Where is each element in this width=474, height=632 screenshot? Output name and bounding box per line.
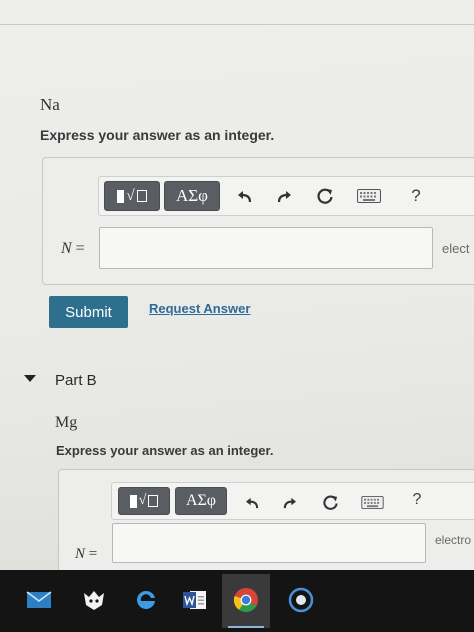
- part-a-element: Na: [40, 95, 60, 114]
- redo-button[interactable]: [269, 181, 299, 211]
- help-button-b[interactable]: ?: [402, 485, 432, 515]
- part-a-variable-label: N =: [61, 240, 85, 258]
- part-b-unit-label: electro: [435, 533, 472, 547]
- edge-browser-icon[interactable]: [131, 586, 161, 614]
- undo-icon: [245, 497, 258, 508]
- fraction-radical-icon: √: [117, 188, 147, 205]
- template-button[interactable]: √: [104, 181, 160, 211]
- os-taskbar: [0, 570, 474, 632]
- help-button[interactable]: ?: [401, 181, 431, 211]
- redo-icon: [277, 191, 291, 203]
- chrome-icon: [231, 586, 261, 614]
- part-a-unit-label: elect: [442, 241, 470, 256]
- greek-symbols-button[interactable]: ΑΣφ: [164, 181, 220, 211]
- part-b-math-toolbar: √ ΑΣφ ?: [111, 482, 474, 520]
- greek-symbols-button-b[interactable]: ΑΣφ: [175, 487, 227, 515]
- part-b-answer-panel: √ ΑΣφ ? N = electro: [58, 469, 474, 573]
- question-page: Na Express your answer as an integer. √ …: [0, 0, 474, 632]
- part-b-variable-label: N =: [75, 546, 97, 563]
- part-b-title[interactable]: Part B: [55, 372, 97, 389]
- reset-icon: [317, 188, 333, 204]
- part-a-answer-panel: √ ΑΣφ ? N = elect: [42, 157, 474, 285]
- template-button-b[interactable]: √: [118, 487, 170, 515]
- part-a-math-toolbar: √ ΑΣφ ?: [98, 176, 474, 216]
- undo-button-b[interactable]: [237, 487, 267, 517]
- variable-symbol-b: N: [75, 546, 86, 562]
- part-b-instruction: Express your answer as an integer.: [56, 443, 274, 458]
- undo-button[interactable]: [230, 181, 260, 211]
- part-b-element: Mg: [55, 414, 78, 431]
- keyboard-icon: [360, 495, 384, 509]
- fraction-radical-icon: √: [129, 493, 159, 509]
- redo-button-b[interactable]: [274, 487, 304, 517]
- request-answer-link[interactable]: Request Answer: [149, 301, 250, 316]
- reset-icon: [322, 495, 338, 510]
- variable-symbol: N: [61, 240, 72, 257]
- part-b-collapse-toggle[interactable]: [24, 375, 36, 382]
- keyboard-button[interactable]: [352, 181, 386, 211]
- reset-button[interactable]: [310, 181, 340, 211]
- undo-icon: [238, 191, 252, 203]
- part-b-answer-input[interactable]: [112, 523, 426, 563]
- equals-sign: =: [75, 240, 85, 257]
- app-circle-icon[interactable]: [286, 586, 316, 614]
- mail-icon[interactable]: [24, 586, 54, 614]
- app-ghost-icon[interactable]: [79, 586, 109, 614]
- word-icon[interactable]: [180, 586, 210, 614]
- keyboard-button-b[interactable]: [355, 487, 389, 517]
- reset-button-b[interactable]: [315, 487, 345, 517]
- keyboard-icon: [357, 189, 381, 203]
- submit-button[interactable]: Submit: [49, 296, 128, 328]
- redo-icon: [283, 497, 296, 508]
- chrome-taskbar-slot[interactable]: [222, 574, 270, 628]
- equals-sign-b: =: [88, 546, 98, 562]
- top-divider: [0, 24, 474, 25]
- part-a-answer-input[interactable]: [99, 227, 433, 269]
- part-a-instruction: Express your answer as an integer.: [40, 127, 275, 143]
